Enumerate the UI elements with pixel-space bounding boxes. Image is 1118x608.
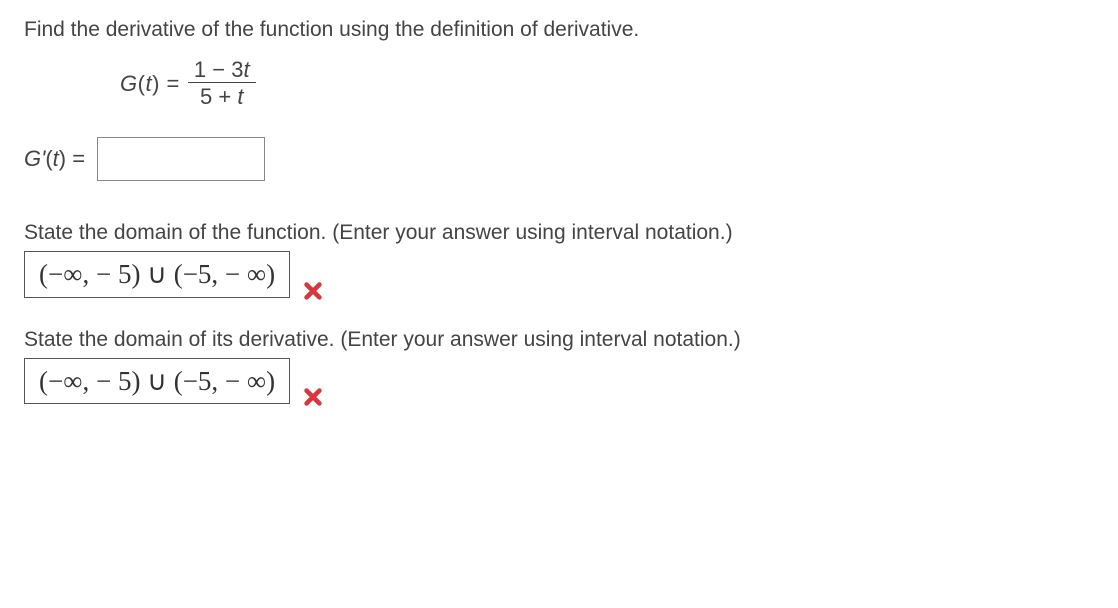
domain-function-section: State the domain of the function. (Enter…	[24, 221, 1094, 297]
prompt-text: Find the derivative of the function usin…	[24, 18, 1094, 42]
function-fraction: 1 − 3t 5 + t	[188, 58, 256, 109]
derivative-label: G'(t) =	[24, 146, 85, 172]
domain-derivative-answer-box[interactable]: (−∞, − 5) ∪ (−5, − ∞)	[24, 358, 290, 404]
fraction-denominator: 5 + t	[194, 83, 249, 109]
fraction-numerator: 1 − 3t	[188, 58, 256, 83]
domain-derivative-section: State the domain of its derivative. (Ent…	[24, 328, 1094, 404]
domain-function-question: State the domain of the function. (Enter…	[24, 221, 1094, 245]
derivative-row: G'(t) =	[24, 137, 1094, 181]
wrong-icon	[302, 386, 324, 408]
domain-function-answer-box[interactable]: (−∞, − 5) ∪ (−5, − ∞)	[24, 251, 290, 297]
function-lhs: G(t) =	[120, 71, 180, 97]
function-definition: G(t) = 1 − 3t 5 + t	[120, 58, 1094, 109]
wrong-icon	[302, 280, 324, 302]
derivative-input[interactable]	[97, 137, 265, 181]
domain-derivative-question: State the domain of its derivative. (Ent…	[24, 328, 1094, 352]
